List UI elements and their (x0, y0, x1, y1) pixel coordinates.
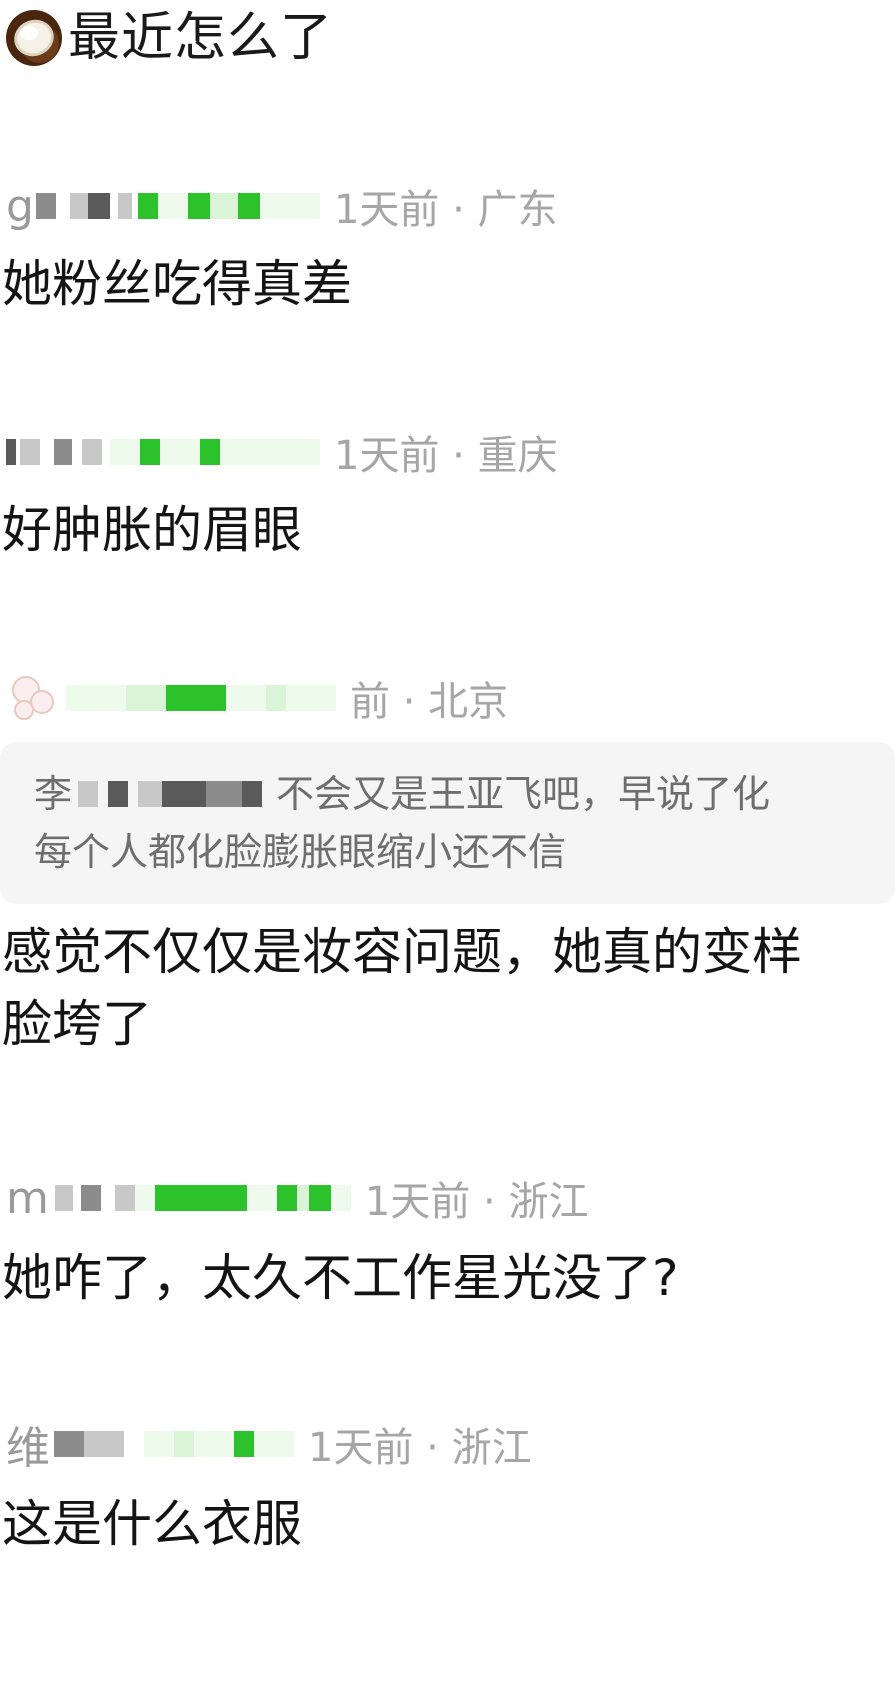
username-redacted[interactable]: 维 (6, 1417, 294, 1474)
username-initial: m (6, 1172, 49, 1224)
username-redacted[interactable] (6, 425, 320, 479)
comment-text-line1: 感觉不仅仅是妆容问题，她真的变样 (2, 923, 802, 981)
quote-line1: 不会又是王亚飞吧，早说了化 (276, 772, 771, 816)
post-title: 最近怎么了 (68, 8, 334, 68)
comment-time-location: 1天前 · 浙江 (308, 1425, 532, 1471)
comment-text: 她咋了，太久不工作星光没了? (2, 1249, 679, 1307)
comment-text: 好肿胀的眉眼 (2, 501, 302, 559)
comment-meta: g 1天前 · 广东 (6, 178, 558, 234)
comment-text: 这是什么衣服 (2, 1495, 302, 1553)
post-header: 最近怎么了 (6, 8, 333, 68)
username-redacted[interactable]: g (6, 179, 320, 233)
quote-line2: 每个人都化脸膨胀眼缩小还不信 (34, 830, 567, 874)
comment-time-location: 1天前 · 重庆 (334, 433, 558, 479)
avatar[interactable] (6, 670, 66, 726)
comment-meta: 1天前 · 重庆 (6, 424, 558, 480)
comment-meta: 前 · 北京 (6, 670, 508, 726)
comment-time-location: 前 · 北京 (350, 679, 509, 725)
quote-author-initial: 李 (34, 772, 73, 816)
username-redacted[interactable] (66, 671, 336, 725)
quote-first-line: 李 不会又是王亚飞吧，早说了化 (34, 766, 770, 822)
comment-time-location: 1天前 · 广东 (333, 187, 558, 233)
comment-text: 她粉丝吃得真差 (2, 255, 352, 313)
comment-meta: m 1天前 · 浙江 (6, 1170, 588, 1226)
comment-time-location: 1天前 · 浙江 (364, 1179, 589, 1225)
comment-text-line2: 脸垮了 (2, 995, 152, 1053)
username-initial: g (6, 180, 34, 232)
comment-meta: 维 1天前 · 浙江 (6, 1416, 532, 1474)
username-initial: 维 (6, 1423, 50, 1474)
coconut-icon (6, 10, 62, 66)
username-redacted[interactable]: m (6, 1171, 351, 1225)
